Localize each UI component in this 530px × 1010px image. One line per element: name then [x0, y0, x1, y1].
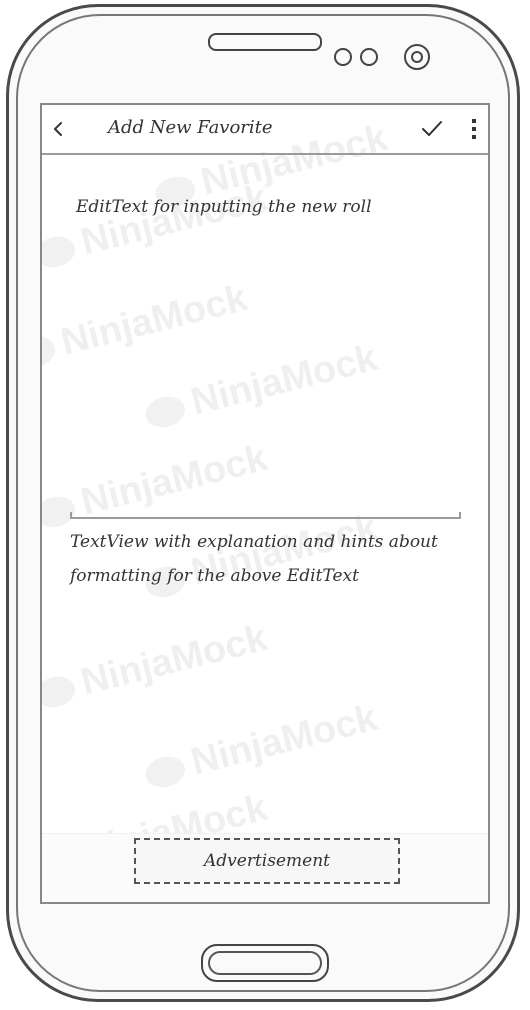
- edit-text-underline: [70, 512, 461, 519]
- page-title: Add New Favorite: [108, 117, 273, 138]
- checkmark-icon[interactable]: [420, 118, 444, 140]
- light-sensor: [360, 48, 378, 66]
- action-bar: Add New Favorite: [42, 105, 488, 155]
- roll-edit-text[interactable]: EditText for inputting the new roll: [70, 169, 461, 519]
- hint-line: formatting for the above EditText: [70, 566, 359, 586]
- chevron-left-icon[interactable]: [48, 117, 68, 141]
- screen: NinjaMock NinjaMock NinjaMock NinjaMock …: [40, 103, 490, 904]
- ad-bar: Advertisement: [42, 833, 488, 902]
- watermark-logo-icon: [42, 672, 79, 712]
- camera-lens: [411, 51, 423, 63]
- proximity-sensor: [334, 48, 352, 66]
- vertical-dots-icon[interactable]: [470, 119, 478, 141]
- watermark: NinjaMock: [42, 617, 272, 716]
- watermark-logo-icon: [142, 752, 189, 792]
- phone-speaker: [208, 33, 322, 51]
- formatting-hint-text: TextView with explanation and hints abou…: [70, 525, 470, 593]
- edit-text-label: EditText for inputting the new roll: [76, 197, 372, 217]
- watermark-logo-icon: [42, 332, 59, 372]
- home-button[interactable]: [201, 944, 329, 982]
- hint-line: TextView with explanation and hints abou…: [70, 532, 438, 552]
- advertisement-banner[interactable]: Advertisement: [134, 838, 400, 884]
- front-camera-icon: [404, 44, 430, 70]
- watermark: NinjaMock: [140, 697, 381, 796]
